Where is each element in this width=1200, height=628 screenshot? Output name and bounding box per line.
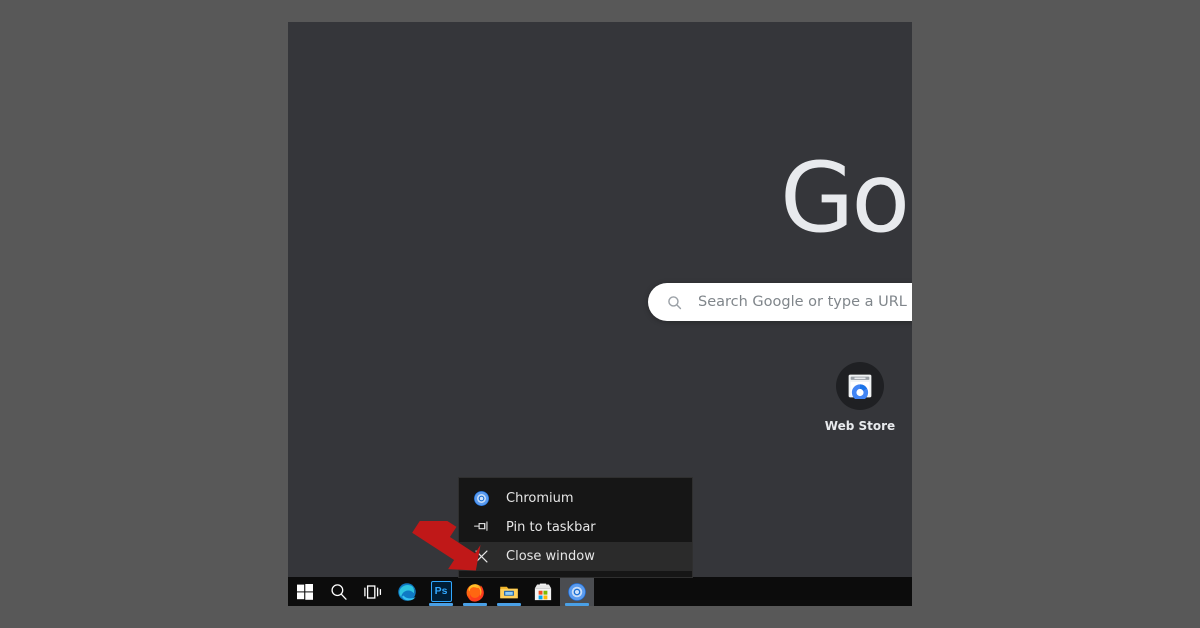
taskbar-running-indicator bbox=[463, 603, 487, 606]
taskbar-item-microsoft-store[interactable] bbox=[526, 577, 560, 606]
web-store-icon bbox=[848, 374, 872, 399]
taskbar-item-edge[interactable] bbox=[390, 577, 424, 606]
windows-taskbar[interactable]: Ps bbox=[288, 577, 912, 606]
edge-icon bbox=[398, 582, 416, 601]
menu-item-pin-to-taskbar[interactable]: Pin to taskbar bbox=[459, 513, 692, 542]
store-icon bbox=[534, 583, 552, 600]
folder-icon bbox=[500, 586, 518, 598]
taskbar-item-firefox[interactable] bbox=[458, 577, 492, 606]
windows-logo-icon bbox=[297, 583, 313, 600]
firefox-icon bbox=[466, 583, 484, 602]
google-wordmark: Goo bbox=[780, 142, 912, 254]
taskbar-context-menu[interactable]: Chromium Pin to taskbar Close window bbox=[459, 478, 692, 577]
desktop: Goo Search Google or type a URL bbox=[0, 0, 1200, 628]
shortcut-label: Web Store bbox=[824, 419, 896, 433]
taskbar-item-photoshop[interactable]: Ps bbox=[424, 577, 458, 606]
taskbar-item-file-explorer[interactable] bbox=[492, 577, 526, 606]
menu-item-label: Chromium bbox=[506, 491, 574, 506]
chromium-icon bbox=[471, 489, 491, 509]
close-x-icon bbox=[471, 547, 491, 567]
chromium-icon bbox=[568, 582, 586, 601]
taskbar-running-indicator bbox=[497, 603, 521, 606]
menu-item-chromium[interactable]: Chromium bbox=[459, 484, 692, 513]
task-view-icon bbox=[364, 584, 382, 599]
taskbar-item-chromium[interactable] bbox=[560, 577, 594, 606]
shortcut-tile-web-store[interactable]: Web Store bbox=[804, 362, 912, 433]
taskbar-running-indicator bbox=[565, 603, 589, 606]
menu-item-label: Close window bbox=[506, 549, 595, 564]
pin-icon bbox=[471, 518, 491, 538]
taskbar-search-button[interactable] bbox=[322, 577, 356, 606]
search-icon bbox=[668, 295, 682, 309]
shortcut-icon-container bbox=[836, 362, 884, 410]
menu-item-label: Pin to taskbar bbox=[506, 520, 596, 535]
search-placeholder-text: Search Google or type a URL bbox=[698, 294, 907, 310]
search-input[interactable]: Search Google or type a URL bbox=[648, 283, 912, 321]
search-icon bbox=[331, 583, 347, 600]
taskbar-running-indicator bbox=[429, 603, 453, 606]
start-button[interactable] bbox=[288, 577, 322, 606]
photoshop-icon: Ps bbox=[430, 581, 452, 602]
menu-item-close-window[interactable]: Close window bbox=[459, 542, 692, 571]
task-view-button[interactable] bbox=[356, 577, 390, 606]
